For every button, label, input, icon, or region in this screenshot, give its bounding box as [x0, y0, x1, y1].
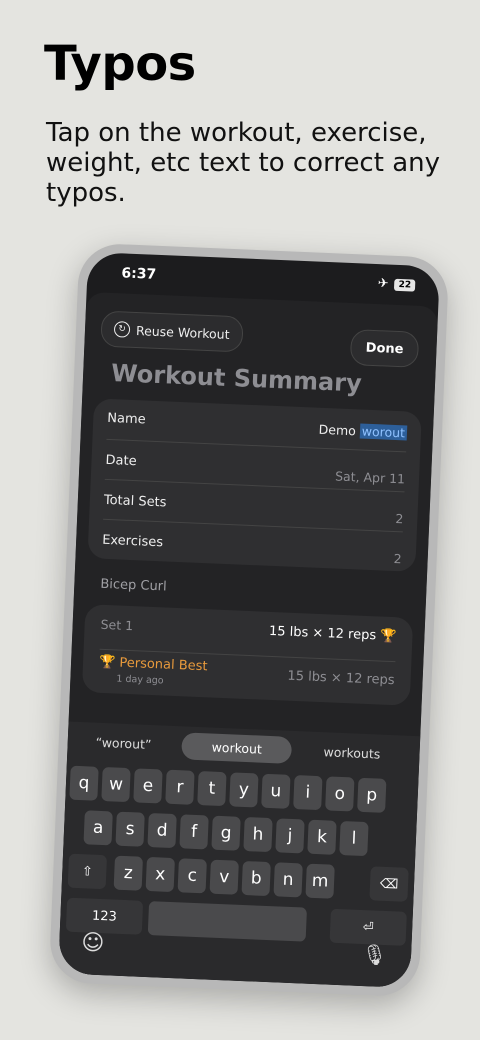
personal-best-date: 1 day ago: [116, 673, 164, 687]
backspace-icon: ⌫: [379, 876, 399, 892]
phone: 6:37 ✈ 22 ↻ Reuse Workout Done Workout S…: [48, 242, 450, 998]
set-value-text: 15 lbs × 12 reps: [268, 623, 377, 644]
key-row-3: ⇧ ⌫ zxcvbnm: [62, 853, 415, 904]
status-time: 6:37: [121, 265, 157, 283]
key-e[interactable]: e: [133, 768, 163, 804]
key-r[interactable]: r: [165, 769, 195, 805]
shift-icon: ⇧: [81, 863, 94, 880]
shift-key[interactable]: ⇧: [67, 853, 108, 890]
workout-summary-sheet: ↻ Reuse Workout Done Workout Summary Nam…: [58, 291, 439, 989]
key-b[interactable]: b: [241, 860, 271, 897]
personal-best-label: Personal Best: [119, 655, 208, 675]
name-label: Name: [107, 410, 146, 428]
total-sets-label: Total Sets: [103, 492, 167, 511]
personal-best-value: 15 lbs × 12 reps: [287, 668, 395, 689]
key-a[interactable]: a: [83, 810, 113, 846]
key-n[interactable]: n: [273, 862, 303, 898]
key-v[interactable]: v: [209, 859, 239, 895]
phone-screen: 6:37 ✈ 22 ↻ Reuse Workout Done Workout S…: [58, 251, 440, 989]
exercise-card: Set 1 15 lbs × 12 reps 🏆 🏆 Personal Best…: [81, 604, 414, 706]
refresh-icon: ↻: [113, 321, 131, 338]
key-j[interactable]: j: [275, 818, 305, 854]
done-button[interactable]: Done: [349, 329, 420, 368]
date-label: Date: [105, 452, 137, 470]
reuse-workout-button[interactable]: ↻ Reuse Workout: [100, 310, 244, 353]
status-right: ✈ 22: [377, 276, 416, 293]
airplane-icon: ✈: [377, 276, 389, 292]
key-x[interactable]: x: [145, 856, 175, 893]
key-p[interactable]: p: [357, 777, 387, 813]
key-y[interactable]: y: [229, 772, 259, 808]
trophy-icon: 🏆: [98, 654, 116, 671]
key-u[interactable]: u: [261, 773, 291, 809]
page-title: Workout Summary: [110, 359, 363, 398]
key-k[interactable]: k: [307, 819, 337, 855]
name-value[interactable]: Demo worout: [318, 421, 408, 441]
total-sets-value: 2: [395, 511, 404, 527]
subtitle: Tap on the workout, exercise, weight, et…: [46, 118, 440, 208]
name-value-selection[interactable]: worout: [359, 423, 408, 441]
key-row-2: asdfghjkl: [63, 809, 416, 860]
key-i[interactable]: i: [293, 775, 323, 811]
exercises-value: 2: [393, 551, 403, 567]
key-t[interactable]: t: [197, 771, 227, 807]
key-l[interactable]: l: [339, 821, 369, 857]
key-h[interactable]: h: [243, 816, 273, 853]
key-f[interactable]: f: [179, 814, 209, 850]
personal-best: 🏆 Personal Best: [99, 655, 208, 675]
key-g[interactable]: g: [211, 815, 241, 851]
key-z[interactable]: z: [113, 855, 143, 891]
return-icon: ⏎: [362, 919, 375, 935]
exercises-label: Exercises: [101, 532, 164, 551]
name-value-prefix: Demo: [318, 421, 357, 439]
key-w[interactable]: w: [101, 767, 131, 803]
date-value[interactable]: Sat, Apr 11: [335, 468, 406, 486]
trophy-icon: 🏆: [379, 628, 397, 645]
mic-icon[interactable]: 🎙: [361, 942, 387, 967]
emoji-icon[interactable]: ☺: [81, 930, 105, 956]
key-c[interactable]: c: [177, 858, 207, 894]
key-q[interactable]: q: [69, 765, 99, 801]
suggestion-workout[interactable]: workout: [181, 732, 293, 764]
exercise-name[interactable]: Bicep Curl: [100, 577, 167, 595]
set-label: Set 1: [100, 616, 134, 634]
suggestion-original[interactable]: “worout”: [95, 735, 151, 752]
key-s[interactable]: s: [115, 811, 145, 847]
reuse-workout-label: Reuse Workout: [135, 322, 230, 342]
backspace-key[interactable]: ⌫: [369, 866, 409, 902]
key-d[interactable]: d: [147, 812, 177, 849]
key-m[interactable]: m: [305, 863, 335, 899]
headline: Typos: [44, 36, 196, 92]
keyboard: “worout” workout workouts qwertyuiop asd…: [58, 721, 421, 989]
summary-card: Name Demo worout Date Sat, Apr 11 Total …: [87, 398, 422, 572]
battery-icon: 22: [394, 278, 416, 292]
set-value[interactable]: 15 lbs × 12 reps 🏆: [269, 624, 397, 644]
suggestion-workouts[interactable]: workouts: [323, 744, 380, 761]
key-o[interactable]: o: [325, 776, 355, 812]
